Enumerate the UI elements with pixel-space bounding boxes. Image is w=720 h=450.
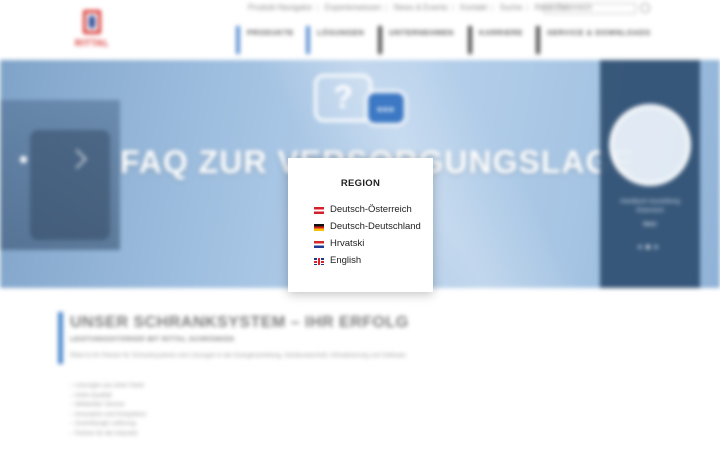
section-heading: UNSER SCHRANKSYSTEM – IHR ERFOLG [70,314,409,331]
rittal-logo[interactable]: RITTAL [68,10,116,52]
region-option-label: Deutsch-Österreich [330,204,412,215]
region-option-deutsch-deutschland[interactable]: Deutsch-Deutschland [314,221,421,238]
nav-item-unternehmen[interactable]: UNTERNEHMEN [378,26,454,54]
list-item: – Lösungen aus einer Hand [70,383,144,389]
list-item: – Hohe Qualität [70,392,112,399]
at-flag-icon [314,207,324,214]
side-panel-image [609,104,691,186]
hero-side-panel[interactable]: Handbuch Ausstellung Österreich Mehr [600,60,700,288]
search-icon[interactable] [640,3,650,13]
pager-dot-active[interactable] [646,245,650,249]
pager-dot[interactable] [654,245,658,249]
benefit-list: – Lösungen aus einer Hand – Hohe Qualitä… [70,382,146,439]
side-panel-more-link[interactable]: Mehr [600,222,700,228]
heading-accent-bar [58,312,63,364]
region-list: Deutsch-Österreich Deutsch-Deutschland H… [314,204,421,272]
section-intro: Rittal ist Ihr Partner für Schranksystem… [70,353,408,359]
region-option-deutsch-oesterreich[interactable]: Deutsch-Österreich [314,204,421,221]
list-item: – Weltweiter Service [70,402,125,408]
list-item: – Zuverlässige Lieferung [70,421,136,427]
nav-item-produkte[interactable]: PRODUKTE [236,26,294,54]
search-input[interactable]: Suche [544,3,636,14]
nav-item-loesungen[interactable]: LÖSUNGEN [306,26,364,54]
side-panel-text: Handbuch Ausstellung Österreich [620,199,680,214]
top-link-news-events[interactable]: News & Events [394,3,448,12]
hr-flag-icon [314,241,324,248]
region-option-label: English [330,255,362,266]
region-modal: REGION Deutsch-Österreich Deutsch-Deutsc… [288,158,433,292]
side-panel-pager [638,236,668,249]
question-bubble-icon: ? [314,74,372,122]
region-option-hrvatski[interactable]: Hrvatski [314,238,421,255]
top-link-produkt-navigator[interactable]: Produkt-Navigator [248,3,312,12]
region-option-label: Deutsch-Deutschland [330,221,421,232]
list-item: – Innovation und Kompetenz [70,411,147,418]
gb-flag-icon [314,258,324,265]
section-subheading: LEISTUNGSSTÄRKER MIT RITTAL SCHRÄNKEN [70,336,235,343]
region-modal-title: REGION [340,178,381,189]
logo-text: RITTAL [74,38,110,48]
region-option-label: Hrvatski [330,238,365,249]
chat-bubble-icon: ••• [365,90,407,126]
top-link-expertenwissen[interactable]: Expertenwissen [325,3,381,12]
nav-item-karriere[interactable]: KARRIERE [468,26,523,54]
hero-slider-dot[interactable] [20,156,27,163]
top-link-suche[interactable]: Suche [500,3,523,12]
logo-mark-icon [83,10,101,34]
nav-item-service-downloads[interactable]: SERVICE & DOWNLOADS [536,26,651,54]
region-option-english[interactable]: English [314,255,421,272]
de-flag-icon [314,224,324,231]
pager-dot[interactable] [638,245,642,249]
hero-machine-detail [30,130,110,240]
list-item: – Partner für die Industrie [70,430,138,437]
top-link-kontakt[interactable]: Kontakt [460,3,487,12]
